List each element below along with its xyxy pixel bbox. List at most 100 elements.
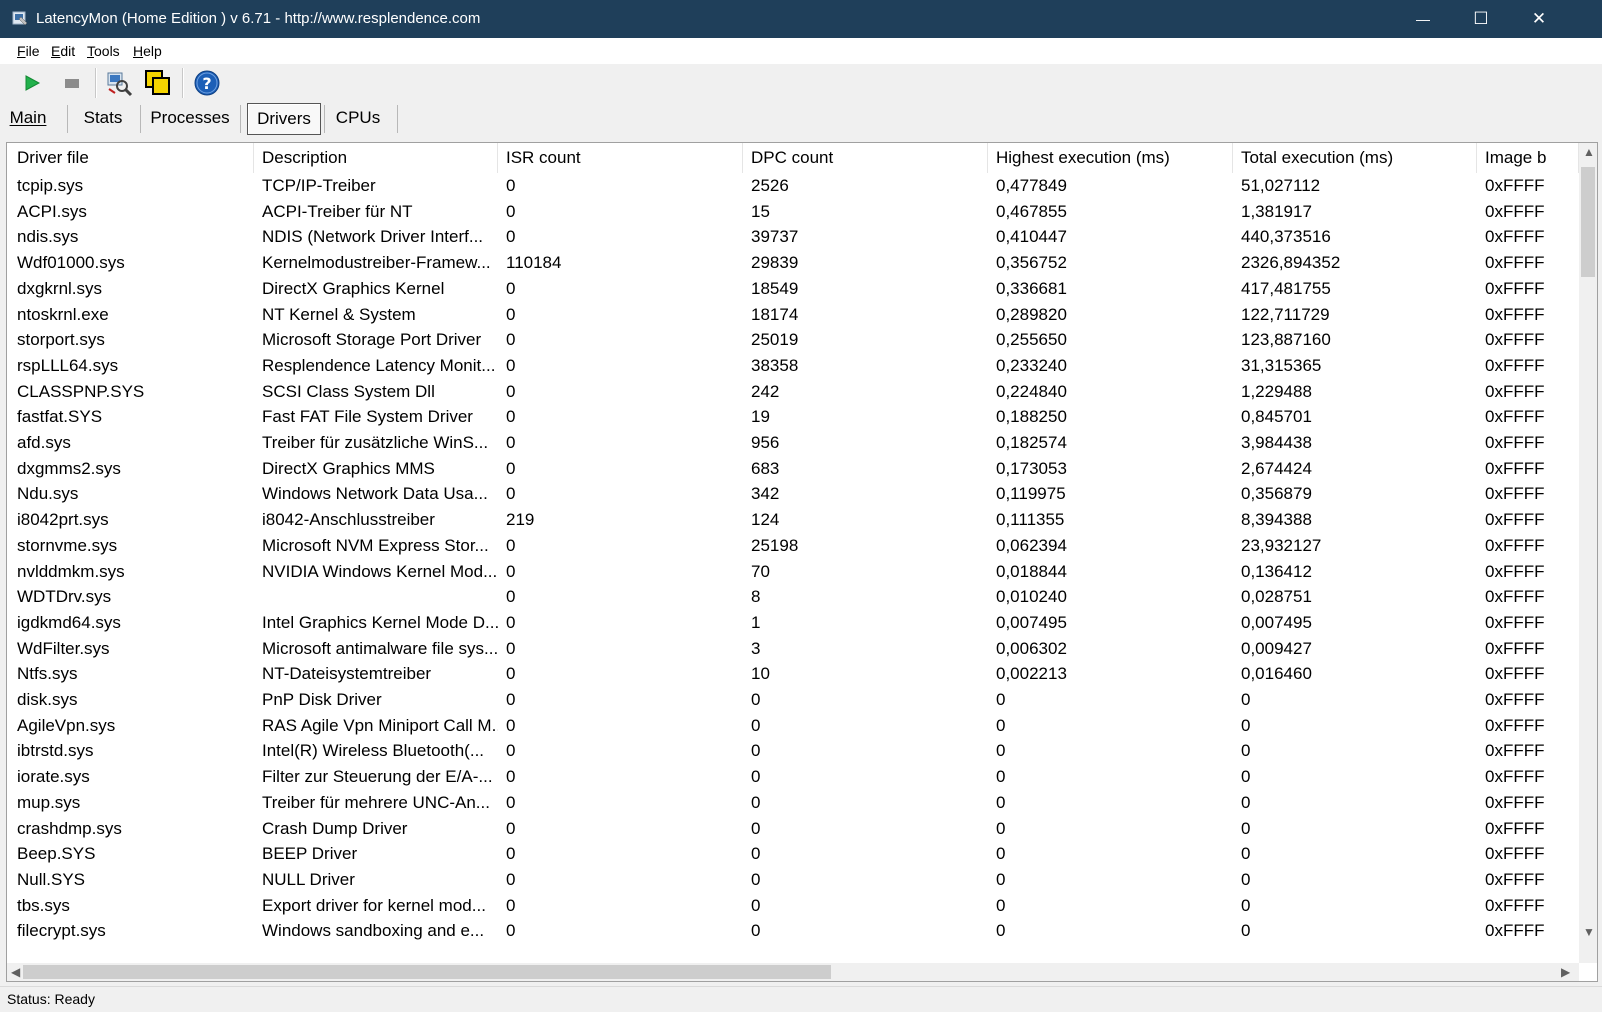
table-row[interactable]: tbs.sys Export driver for kernel mod... 0 0… — [7, 893, 1579, 919]
table-row[interactable]: mup.sys Treiber für mehrere UNC-An... 0 0 0 0… — [7, 790, 1579, 816]
table-row[interactable]: AgileVpn.sys RAS Agile Vpn Miniport Call … — [7, 713, 1579, 739]
table-row[interactable]: crashdmp.sys Crash Dump Driver 0 0 0 0 0xFFFF — [7, 816, 1579, 842]
header-col-isr-count[interactable]: ISR count — [498, 143, 743, 173]
table-row[interactable]: Wdf01000.sys Kernelmodustreiber-Framew...… — [7, 250, 1579, 276]
cell-driver-file: ACPI.sys — [17, 201, 87, 221]
cell-description: Windows sandboxing and e... — [262, 921, 485, 941]
cell-image-base: 0xFFFF — [1485, 330, 1545, 350]
cell-image-base: 0xFFFF — [1485, 510, 1545, 530]
cell-driver-file: disk.sys — [17, 690, 78, 709]
table-row[interactable]: Beep.SYS BEEP Driver 0 0 0 0 0xFFFF — [7, 841, 1579, 867]
tab-processes-label: Processes — [150, 108, 230, 127]
cell-dpc-count: 15 — [751, 201, 770, 221]
table-row[interactable]: Ntfs.sys NT-Dateisystemtreiber 0 10 0,002213… — [7, 661, 1579, 687]
table-row[interactable]: Null.SYS NULL Driver 0 0 0 0 0xFFFF — [7, 867, 1579, 893]
status-bar: Status: Ready — [0, 986, 1602, 1012]
start-button[interactable] — [17, 68, 47, 98]
table-row[interactable]: storport.sys Microsoft Storage Port Drive… — [7, 327, 1579, 353]
cell-highest-execution: 0 — [996, 921, 1006, 941]
cell-total-execution: 123,887160 — [1241, 330, 1331, 350]
table-row[interactable]: rspLLL64.sys Resplendence Latency Monit..… — [7, 353, 1579, 379]
cell-dpc-count: 19 — [751, 407, 770, 427]
cell-driver-file: ntoskrnl.exe — [17, 304, 109, 324]
table-row[interactable]: dxgmms2.sys DirectX Graphics MMS 0 683 0,173… — [7, 456, 1579, 482]
tab-stats[interactable]: Stats — [74, 103, 132, 133]
table-row[interactable]: tcpip.sys TCP/IP-Treiber 0 2526 0,477849 51,0… — [7, 173, 1579, 199]
menu-help[interactable]: Help — [133, 43, 162, 59]
table-row[interactable]: dxgkrnl.sys DirectX Graphics Kernel 0 18549… — [7, 276, 1579, 302]
table-row[interactable]: stornvme.sys Microsoft NVM Express Stor..… — [7, 533, 1579, 559]
cell-highest-execution: 0,002213 — [996, 664, 1067, 684]
table-row[interactable]: iorate.sys Filter zur Steuerung der E/A-.… — [7, 764, 1579, 790]
list-header: Driver file Description ISR count DPC count… — [7, 143, 1579, 173]
table-row[interactable]: ibtrstd.sys Intel(R) Wireless Bluetooth(.… — [7, 738, 1579, 764]
cell-highest-execution: 0,111355 — [996, 510, 1065, 530]
scroll-down-icon[interactable]: ▼ — [1583, 925, 1595, 939]
cell-isr-count: 0 — [506, 612, 516, 632]
cell-highest-execution: 0,255650 — [996, 330, 1067, 350]
table-row[interactable]: disk.sys PnP Disk Driver 0 0 0 0 0xFFFF — [7, 687, 1579, 713]
cell-dpc-count: 0 — [751, 741, 761, 761]
close-button[interactable]: ✕ — [1510, 0, 1568, 38]
table-row[interactable]: filecrypt.sys Windows sandboxing and e...… — [7, 918, 1579, 944]
tab-cpus[interactable]: CPUs — [331, 103, 385, 133]
cell-isr-count: 0 — [506, 278, 516, 298]
table-row[interactable]: Ndu.sys Windows Network Data Usa... 0 342 0,… — [7, 481, 1579, 507]
tab-stats-label: Stats — [83, 108, 123, 127]
cell-description: Microsoft antimalware file sys... — [262, 638, 498, 658]
table-row[interactable]: CLASSPNP.SYS SCSI Class System Dll 0 242 0,2… — [7, 379, 1579, 405]
header-col-driver-file[interactable]: Driver file — [9, 143, 254, 173]
menu-file[interactable]: File — [17, 43, 40, 59]
cell-dpc-count: 29839 — [751, 253, 799, 273]
table-row[interactable]: afd.sys Treiber für zusätzliche WinS... 0 9… — [7, 430, 1579, 456]
header-col-dpc-count[interactable]: DPC count — [743, 143, 988, 173]
cell-image-base: 0xFFFF — [1485, 612, 1545, 632]
table-row[interactable]: ntoskrnl.exe NT Kernel & System 0 18174 0,28… — [7, 302, 1579, 328]
header-col-image-base[interactable]: Image b — [1477, 143, 1579, 173]
table-row[interactable]: nvlddmkm.sys NVIDIA Windows Kernel Mod...… — [7, 559, 1579, 585]
vertical-scrollbar[interactable]: ▲ ▼ — [1579, 143, 1597, 963]
cell-total-execution: 0 — [1241, 818, 1251, 838]
cell-image-base: 0xFFFF — [1485, 176, 1545, 195]
analyze-button[interactable] — [104, 68, 134, 98]
scroll-up-icon[interactable]: ▲ — [1583, 145, 1595, 159]
header-col-description[interactable]: Description — [254, 143, 498, 173]
table-row[interactable]: ndis.sys NDIS (Network Driver Interf... 0 3… — [7, 224, 1579, 250]
vertical-scroll-thumb[interactable] — [1581, 167, 1595, 277]
cell-dpc-count: 0 — [751, 921, 761, 941]
drivers-list[interactable]: Driver file Description ISR count DPC count… — [6, 142, 1598, 982]
horizontal-scrollbar[interactable]: ◀ ▶ — [7, 963, 1579, 981]
scroll-left-icon[interactable]: ◀ — [11, 965, 20, 979]
windows-button[interactable] — [143, 68, 173, 98]
cell-total-execution: 1,381917 — [1241, 201, 1312, 221]
horizontal-scroll-thumb[interactable] — [23, 965, 831, 979]
table-row[interactable]: ACPI.sys ACPI-Treiber für NT 0 15 0,467855 1,… — [7, 199, 1579, 225]
menu-bar: File Edit Tools Help — [0, 38, 1602, 65]
minimize-button[interactable]: — — [1394, 0, 1452, 38]
table-row[interactable]: igdkmd64.sys Intel Graphics Kernel Mode D… — [7, 610, 1579, 636]
cell-driver-file: mup.sys — [17, 792, 81, 812]
cell-driver-file: WdFilter.sys — [17, 638, 110, 658]
table-row[interactable]: fastfat.SYS Fast FAT File System Driver 0 1… — [7, 404, 1579, 430]
header-col-highest-execution[interactable]: Highest execution (ms) — [988, 143, 1233, 173]
cell-highest-execution: 0,467855 — [996, 201, 1067, 221]
help-button[interactable]: ? — [192, 68, 222, 98]
tab-main[interactable]: Main — [3, 103, 53, 133]
maximize-button[interactable]: ☐ — [1452, 0, 1510, 38]
header-col-total-execution[interactable]: Total execution (ms) — [1233, 143, 1477, 173]
menu-tools[interactable]: Tools — [87, 43, 120, 59]
menu-edit[interactable]: Edit — [51, 43, 75, 59]
stop-button[interactable] — [57, 68, 87, 98]
table-row[interactable]: WDTDrv.sys 0 8 0,010240 0,028751 0xFFFF — [7, 584, 1579, 610]
cell-total-execution: 0,356879 — [1241, 484, 1312, 504]
table-row[interactable]: WdFilter.sys Microsoft antimalware file s… — [7, 636, 1579, 662]
cell-total-execution: 0,007495 — [1241, 612, 1312, 632]
tab-drivers[interactable]: Drivers — [247, 103, 321, 135]
table-row[interactable]: i8042prt.sys i8042-Anschlusstreiber 219 124… — [7, 507, 1579, 533]
cell-highest-execution: 0,477849 — [996, 176, 1067, 195]
cell-description: PnP Disk Driver — [262, 690, 382, 709]
tab-processes[interactable]: Processes — [146, 103, 234, 133]
cell-highest-execution: 0,188250 — [996, 407, 1067, 427]
cell-driver-file: iorate.sys — [17, 767, 90, 787]
scroll-right-icon[interactable]: ▶ — [1561, 965, 1570, 979]
